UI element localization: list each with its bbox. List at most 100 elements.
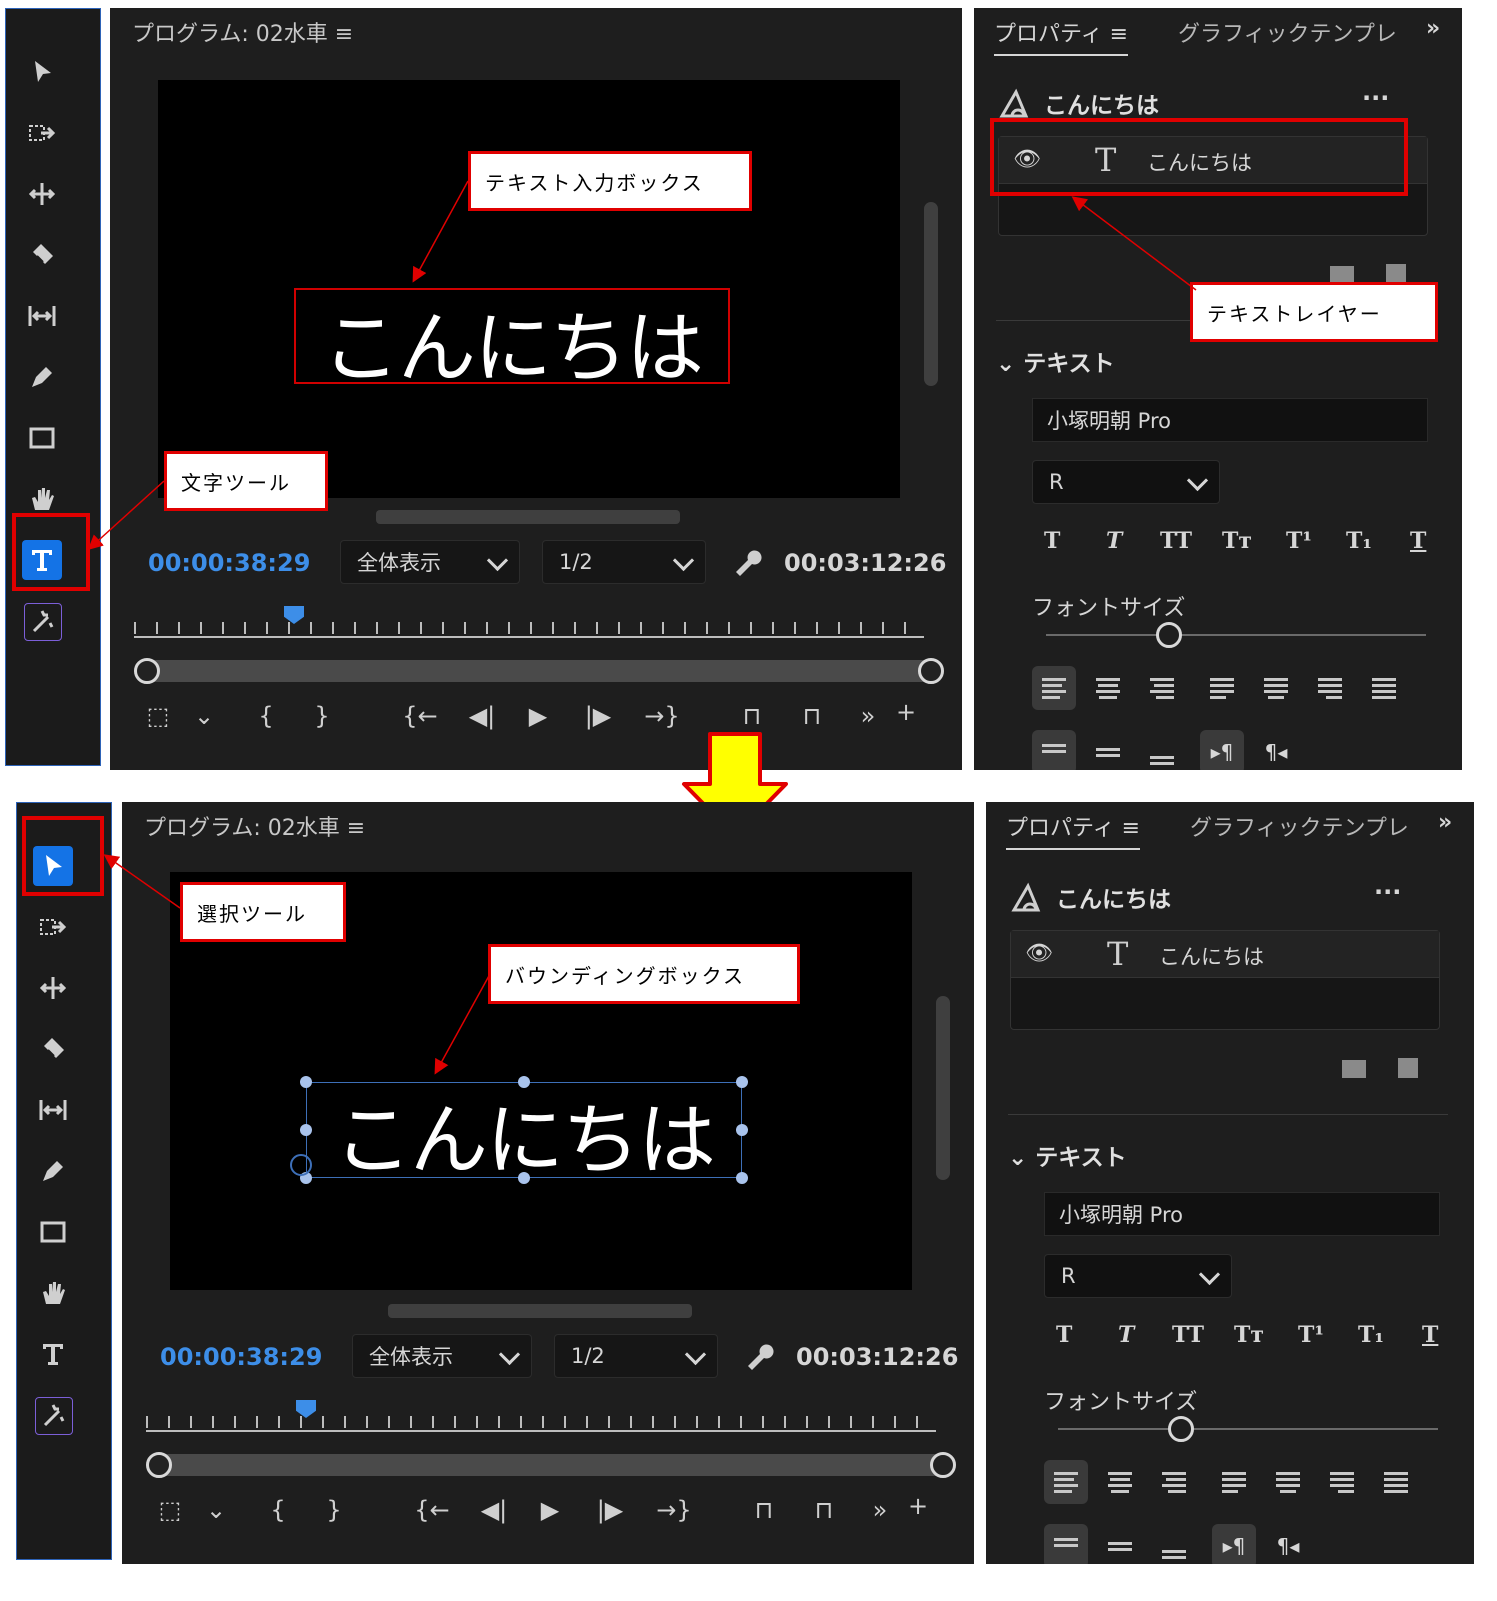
rectangle-tool[interactable] — [22, 418, 62, 458]
all-caps-button[interactable]: TT — [1172, 1322, 1204, 1348]
superscript-button[interactable]: T¹ — [1298, 1322, 1324, 1348]
more-controls-button[interactable]: » — [862, 1496, 898, 1524]
zoom-dropdown[interactable]: 全体表示 — [352, 1334, 532, 1378]
program-video-frame[interactable]: こんにちは — [158, 80, 900, 498]
horizontal-scrollbar[interactable] — [388, 1304, 692, 1318]
font-family-field[interactable]: 小塚明朝 Pro — [1032, 398, 1428, 442]
handle-bottom-right[interactable] — [736, 1172, 748, 1184]
vertical-scrollbar[interactable] — [936, 996, 950, 1180]
scroll-handle-right[interactable] — [930, 1452, 956, 1478]
go-to-out-button[interactable]: →} — [652, 1496, 696, 1524]
vertical-align-center-button[interactable] — [1086, 730, 1130, 770]
scroll-handle-left[interactable] — [134, 658, 160, 684]
align-left-button[interactable] — [1032, 666, 1076, 710]
font-size-slider[interactable] — [1058, 1416, 1438, 1442]
superscript-button[interactable]: T¹ — [1286, 528, 1312, 554]
faux-italic-button[interactable]: T — [1118, 1322, 1134, 1348]
handle-middle-left[interactable] — [300, 1124, 312, 1136]
handle-middle-right[interactable] — [736, 1124, 748, 1136]
font-size-slider-knob[interactable] — [1156, 622, 1182, 648]
play-button[interactable]: ▶ — [532, 1496, 568, 1524]
new-item-icon[interactable] — [1386, 264, 1406, 284]
justify-all-button[interactable] — [1362, 666, 1406, 710]
align-center-button[interactable] — [1086, 666, 1130, 710]
current-timecode[interactable]: 00:00:38:29 — [160, 1343, 322, 1371]
text-section-header[interactable]: ⌄ テキスト — [1008, 1138, 1127, 1172]
new-item-icon[interactable] — [1398, 1058, 1418, 1078]
mark-in-button[interactable]: { — [260, 1496, 296, 1524]
justify-last-right-button[interactable] — [1320, 1460, 1364, 1504]
handle-top-middle[interactable] — [518, 1076, 530, 1088]
selection-tool[interactable] — [22, 52, 62, 92]
go-to-in-button[interactable]: {← — [410, 1496, 454, 1524]
go-to-in-button[interactable]: {← — [398, 702, 442, 730]
resolution-dropdown[interactable]: 1/2 — [542, 540, 706, 584]
more-options-icon[interactable]: ··· — [1374, 878, 1401, 906]
mark-in-button[interactable]: { — [248, 702, 284, 730]
extract-button[interactable]: ⊓ — [802, 1496, 846, 1524]
generative-tool[interactable] — [35, 1397, 73, 1435]
font-style-dropdown[interactable]: R — [1032, 460, 1220, 504]
faux-bold-button[interactable]: T — [1056, 1322, 1072, 1348]
scroll-handle-right[interactable] — [918, 658, 944, 684]
lift-button[interactable]: ⊓ — [742, 1496, 786, 1524]
tab-properties[interactable]: プロパティ ≡ — [994, 16, 1129, 56]
step-forward-button[interactable]: |▶ — [588, 1496, 632, 1524]
vertical-align-top-button[interactable] — [1044, 1524, 1088, 1564]
underline-button[interactable]: T — [1422, 1322, 1438, 1348]
panel-menu-icon[interactable]: ≡ — [335, 22, 353, 47]
zoom-dropdown[interactable]: 全体表示 — [340, 540, 520, 584]
all-caps-button[interactable]: TT — [1160, 528, 1192, 554]
font-family-field[interactable]: 小塚明朝 Pro — [1044, 1192, 1440, 1236]
vertical-scrollbar[interactable] — [924, 202, 938, 386]
tab-graphic-templates[interactable]: グラフィックテンプレ — [1178, 16, 1397, 48]
justify-last-right-button[interactable] — [1308, 666, 1352, 710]
align-right-button[interactable] — [1140, 666, 1184, 710]
pen-tool[interactable] — [33, 1151, 73, 1191]
hand-tool[interactable] — [33, 1273, 73, 1313]
step-back-button[interactable]: ◀| — [460, 702, 504, 730]
more-options-icon[interactable]: ··· — [1362, 84, 1389, 112]
marker-dropdown-chevron-icon[interactable]: ⌄ — [198, 1496, 234, 1524]
more-tabs-icon[interactable]: » — [1426, 16, 1440, 41]
slip-tool[interactable] — [22, 296, 62, 336]
track-select-tool[interactable] — [33, 907, 73, 947]
rtl-direction-button[interactable]: ¶◂ — [1266, 1524, 1310, 1564]
razor-tool[interactable] — [22, 235, 62, 275]
resolution-dropdown[interactable]: 1/2 — [554, 1334, 718, 1378]
marker-dropdown-chevron-icon[interactable]: ⌄ — [186, 702, 222, 730]
underline-button[interactable]: T — [1410, 528, 1426, 554]
justify-last-left-button[interactable] — [1212, 1460, 1256, 1504]
time-ruler[interactable] — [134, 610, 924, 638]
ltr-direction-button[interactable]: ▸¶ — [1212, 1524, 1256, 1564]
justify-last-left-button[interactable] — [1200, 666, 1244, 710]
more-tabs-icon[interactable]: » — [1438, 810, 1452, 835]
text-section-header[interactable]: ⌄ テキスト — [996, 344, 1115, 378]
slip-tool[interactable] — [33, 1090, 73, 1130]
zoom-scrollbar[interactable] — [146, 1452, 956, 1478]
current-timecode[interactable]: 00:00:38:29 — [148, 549, 310, 577]
faux-italic-button[interactable]: T — [1106, 528, 1122, 554]
folder-icon[interactable] — [1342, 1060, 1366, 1078]
wrench-icon[interactable] — [742, 1340, 776, 1378]
scroll-handle-left[interactable] — [146, 1452, 172, 1478]
justify-last-center-button[interactable] — [1254, 666, 1298, 710]
mark-out-button[interactable]: } — [304, 702, 340, 730]
generative-tool[interactable] — [24, 603, 62, 641]
rtl-direction-button[interactable]: ¶◂ — [1254, 730, 1298, 770]
font-size-slider-knob[interactable] — [1168, 1416, 1194, 1442]
justify-last-center-button[interactable] — [1266, 1460, 1310, 1504]
subscript-button[interactable]: T₁ — [1358, 1322, 1384, 1348]
anchor-point-icon[interactable] — [290, 1154, 312, 1176]
type-tool[interactable] — [33, 1334, 73, 1374]
horizontal-scrollbar[interactable] — [376, 510, 680, 524]
align-left-button[interactable] — [1044, 1460, 1088, 1504]
eye-icon[interactable]: 👁 — [1025, 941, 1053, 966]
zoom-scrollbar[interactable] — [134, 658, 944, 684]
step-back-button[interactable]: ◀| — [472, 1496, 516, 1524]
add-button[interactable]: + — [888, 698, 924, 726]
go-to-out-button[interactable]: →} — [640, 702, 684, 730]
vertical-align-bottom-button[interactable] — [1140, 730, 1184, 770]
vertical-align-top-button[interactable] — [1032, 730, 1076, 770]
lift-button[interactable]: ⊓ — [730, 702, 774, 730]
